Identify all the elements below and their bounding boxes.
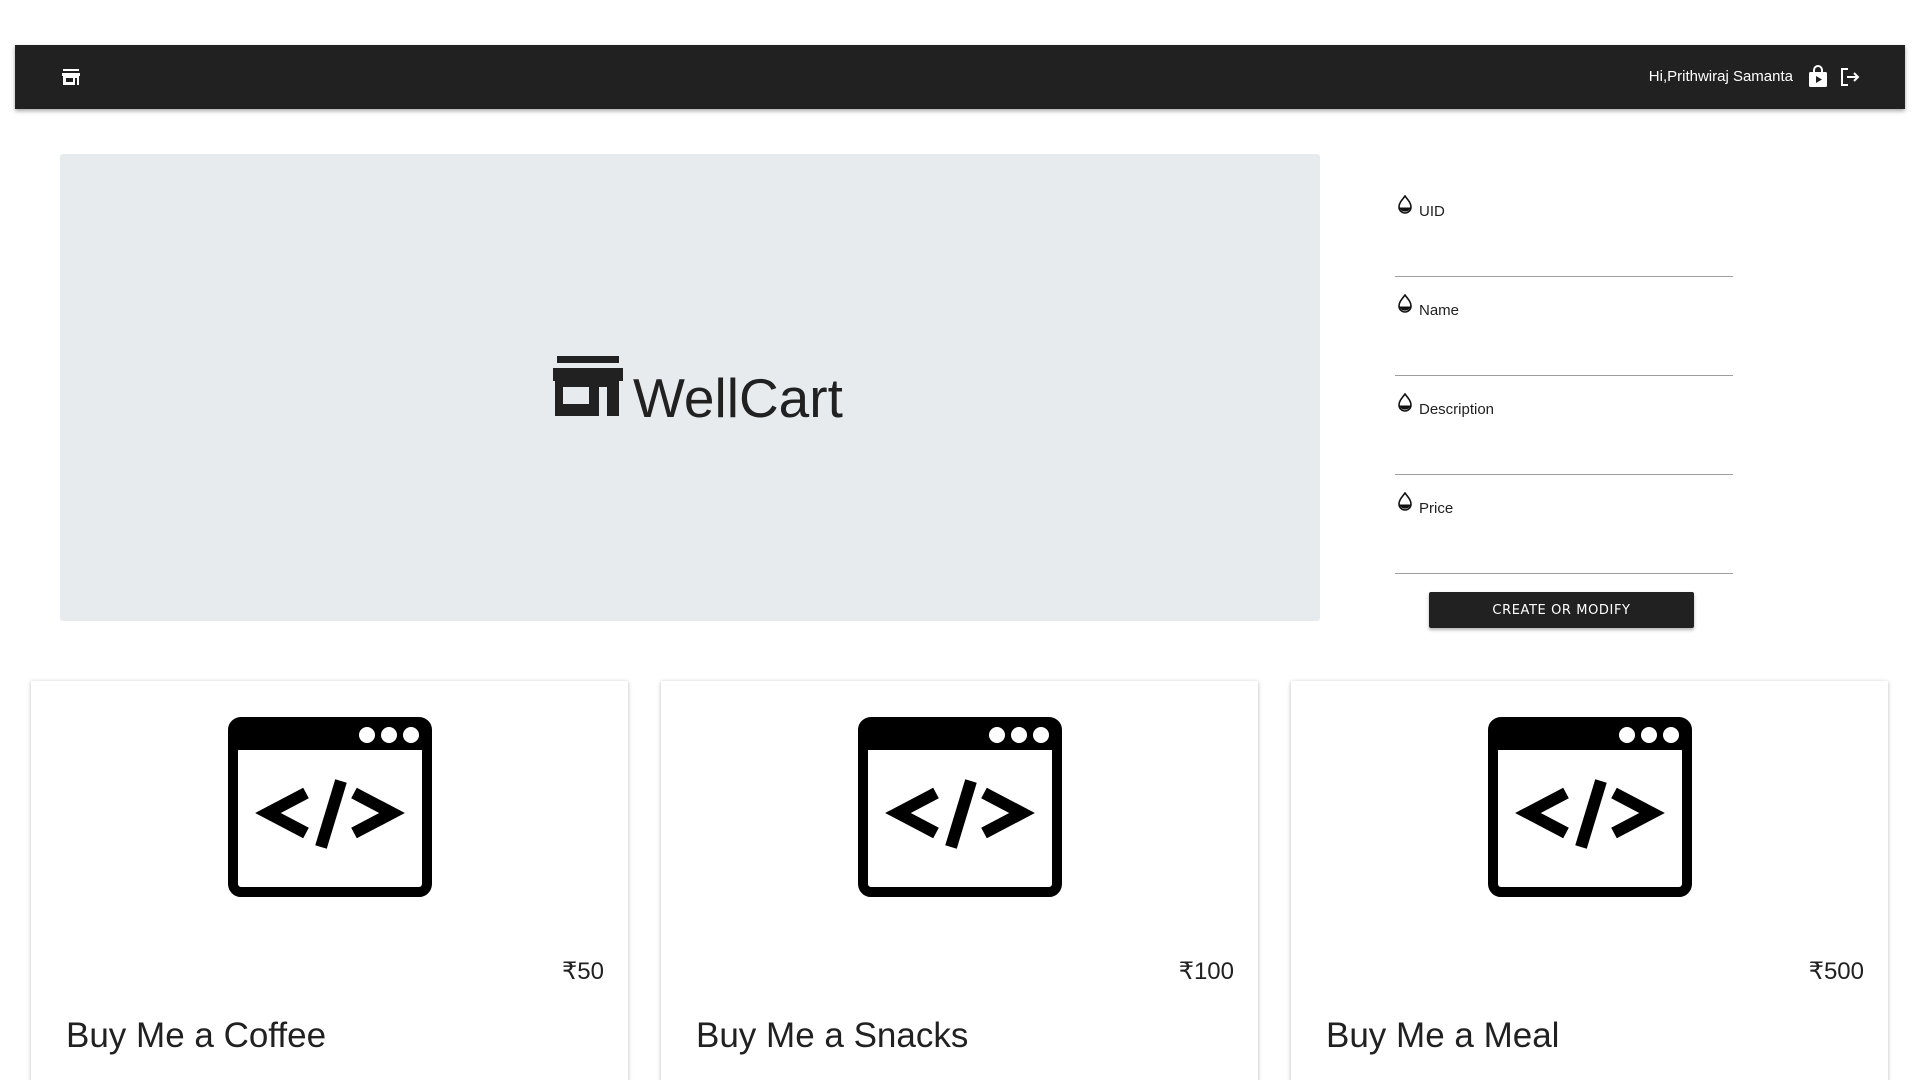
shopping-bag-icon[interactable]: [1805, 64, 1831, 90]
name-input[interactable]: [1395, 345, 1733, 376]
user-greeting: Hi,Prithwiraj Samanta: [1648, 68, 1793, 85]
drop-icon: [1397, 392, 1413, 413]
code-window-icon: [228, 717, 432, 897]
drop-icon: [1397, 293, 1413, 314]
code-window-icon: [1488, 717, 1692, 897]
store-icon[interactable]: [59, 65, 83, 89]
card-price: ₹500: [1808, 958, 1864, 985]
description-field: Description: [1395, 388, 1733, 487]
top-navbar: Hi,Prithwiraj Samanta: [15, 45, 1905, 109]
uid-input[interactable]: [1395, 246, 1733, 277]
description-input[interactable]: [1395, 444, 1733, 475]
navbar-user-area: Hi,Prithwiraj Samanta: [1649, 64, 1863, 90]
card-price: ₹100: [1178, 958, 1234, 985]
create-or-modify-button[interactable]: CREATE OR MODIFY: [1429, 592, 1694, 628]
hero-title: WellCart: [633, 367, 843, 429]
product-card[interactable]: ₹50 Buy Me a Coffee: [31, 681, 628, 1080]
name-label: Name: [1419, 302, 1460, 319]
logout-icon[interactable]: [1837, 64, 1863, 90]
drop-icon: [1397, 491, 1413, 512]
card-title: Buy Me a Meal: [1326, 1016, 1560, 1055]
hero-content: WellCart: [553, 354, 843, 440]
card-price: ₹50: [562, 958, 604, 985]
card-title: Buy Me a Snacks: [696, 1016, 969, 1055]
description-label: Description: [1419, 401, 1495, 418]
card-title: Buy Me a Coffee: [66, 1016, 327, 1055]
hero-banner: WellCart: [60, 154, 1320, 621]
page: Hi,Prithwiraj Samanta WellCart UID Name …: [0, 0, 1920, 1080]
code-window-icon: [858, 717, 1062, 897]
uid-field: UID: [1395, 190, 1733, 289]
uid-label: UID: [1419, 203, 1445, 220]
product-form: UID Name Description Price: [1395, 190, 1733, 586]
product-card[interactable]: ₹100 Buy Me a Snacks: [661, 681, 1258, 1080]
name-field: Name: [1395, 289, 1733, 388]
price-field: Price: [1395, 487, 1733, 586]
price-input[interactable]: [1395, 543, 1733, 574]
drop-icon: [1397, 194, 1413, 215]
price-label: Price: [1419, 500, 1454, 517]
product-card[interactable]: ₹500 Buy Me a Meal: [1291, 681, 1888, 1080]
store-icon: [553, 354, 623, 418]
